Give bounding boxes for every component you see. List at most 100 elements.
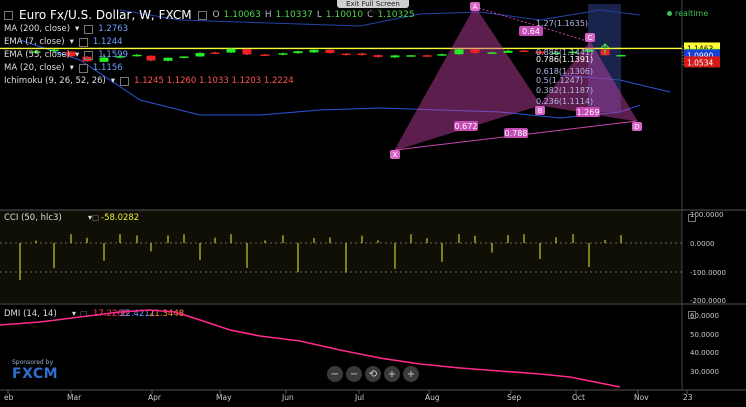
settings-icon[interactable] xyxy=(197,10,207,20)
indicator-label: EMA (55, close) xyxy=(4,50,70,60)
indicator-ma20[interactable]: MA (20, close) ▾ 1.1156 xyxy=(4,63,123,73)
high-label: H xyxy=(264,10,272,20)
ohlc-readout: O1.10063 H1.10337 L1.10010 C1.10325 xyxy=(213,10,415,20)
candle-body xyxy=(616,54,626,57)
indicator-ema7[interactable]: EMA (7, close) ▾ 1.1244 xyxy=(4,37,123,47)
scroll-left-button[interactable]: − xyxy=(327,366,343,382)
chart-header: Euro Fx/U.S. Dollar, W, FXCM O 1.10063 H1… xyxy=(4,6,415,24)
collapse-icon[interactable] xyxy=(4,10,13,20)
navigation-controls: − − ⟲ + + xyxy=(327,366,419,382)
symbol-title: Euro Fx/U.S. Dollar, W, FXCM xyxy=(19,8,192,22)
chart-canvas[interactable]: 1.27(1.1635)0.886(1.1441)0.786(1.1391)0.… xyxy=(0,0,746,403)
cci-value: -58.0282 xyxy=(101,213,139,223)
indicator-arrow-icon[interactable]: ▾ xyxy=(70,63,74,73)
dmi-tick-label: 40.0000 xyxy=(690,349,719,357)
candle-body xyxy=(278,53,288,55)
point-c-label: C xyxy=(588,34,593,42)
indicator-arrow-icon[interactable]: ▾ xyxy=(75,50,79,60)
cci-pane-bg xyxy=(0,210,682,303)
ratio-label-bc: 0.64 xyxy=(522,27,540,36)
indicator-value: 1.1156 xyxy=(92,63,123,73)
dmi-arrow-icon: ▾ xyxy=(72,309,76,318)
candle-body xyxy=(357,53,367,56)
candle-body xyxy=(487,52,497,54)
zoom-out-button[interactable]: − xyxy=(346,366,362,382)
candle-body xyxy=(195,53,205,57)
chart-window: 1.27(1.1635) 0.886(1.1441) 0.786(1.1391) 0.… xyxy=(0,0,746,403)
scroll-right-button[interactable]: + xyxy=(403,366,419,382)
indicator-settings-icon[interactable] xyxy=(78,37,88,47)
candle-body xyxy=(210,52,220,54)
candle-body xyxy=(454,49,464,55)
candle-body xyxy=(146,55,156,61)
cci-label: CCI (50, hlc3) xyxy=(4,213,62,223)
candle-body xyxy=(373,55,383,58)
exit-fullscreen-button[interactable]: Exit Full Screen (ESC) xyxy=(337,0,409,16)
point-a-label: A xyxy=(473,3,478,11)
cci-tick-label: -200.0000 xyxy=(690,297,726,305)
low-label: L xyxy=(316,10,322,20)
realtime-label: realtime xyxy=(675,9,709,18)
indicator-settings-icon[interactable] xyxy=(84,24,94,34)
indicator-arrow-icon[interactable]: ▾ xyxy=(70,37,74,47)
candle-body xyxy=(437,54,447,56)
fib-level-label: 0.382(1.1187) xyxy=(536,86,593,95)
dmi-tick-label: 50.0000 xyxy=(690,331,719,339)
time-tick-label: Jul xyxy=(354,393,364,402)
cci-settings-icon: ▢ xyxy=(92,213,100,222)
indicator-value: 1.2763 xyxy=(98,24,129,34)
candle-body xyxy=(519,50,529,53)
indicator-label: EMA (7, close) xyxy=(4,37,65,47)
ratio-label-cd: 1.269 xyxy=(577,108,600,117)
candle-body xyxy=(390,55,400,58)
fib-level-label: 0.236(1.1114) xyxy=(536,97,593,106)
dmi-pane-settings-icon[interactable] xyxy=(688,311,696,319)
ratio-label-ab: 0.672 xyxy=(455,122,478,131)
indicator-ma200[interactable]: MA (200, close) ▾ 1.2763 xyxy=(4,24,128,34)
indicator-arrow-icon[interactable]: ▾ xyxy=(75,24,79,34)
cci-tick-label: 0.0000 xyxy=(690,240,715,248)
time-tick-label: Sep xyxy=(507,393,521,402)
indicator-value: 1.1244 xyxy=(92,37,123,47)
indicator-settings-icon[interactable] xyxy=(84,50,94,60)
fib-level-label: 0.5(1.1247) xyxy=(536,76,583,85)
indicator-label: MA (200, close) xyxy=(4,24,71,34)
indicator-ema55[interactable]: EMA (55, close) ▾ 1.1599 xyxy=(4,50,128,60)
candle-body xyxy=(132,54,142,57)
point-d-label: D xyxy=(634,123,639,131)
low-value: 1.10010 xyxy=(325,10,364,20)
cci-pane-settings-icon[interactable] xyxy=(688,214,696,222)
time-tick-label: Apr xyxy=(148,393,162,402)
dmi-tick-label: 30.0000 xyxy=(690,368,719,376)
candle-body xyxy=(293,51,303,54)
background xyxy=(0,0,746,403)
candle-body xyxy=(309,49,319,53)
fib-level-label: 0.786(1.1391) xyxy=(536,55,593,64)
sponsor-text: Sponsored by xyxy=(12,359,53,366)
time-tick-label: Mar xyxy=(67,393,82,402)
time-tick-label: May xyxy=(216,393,232,402)
open-value: 1.10063 xyxy=(223,10,261,20)
sponsor-logo: Sponsored by FXCM xyxy=(12,359,58,382)
indicator-arrow-icon[interactable]: ▾ xyxy=(111,76,115,86)
price-badge: 1.0534 xyxy=(687,58,713,67)
dmi-label: DMI (14, 14) xyxy=(4,309,57,319)
ratio-label-xd: 0.788 xyxy=(505,129,528,138)
open-label: O xyxy=(212,10,220,20)
indicator-label: Ichimoku (9, 26, 52, 26) xyxy=(4,76,106,86)
time-tick-label: eb xyxy=(4,393,14,402)
realtime-dot-icon xyxy=(667,11,672,16)
point-b-label: B xyxy=(538,107,543,115)
indicator-ichimoku[interactable]: Ichimoku (9, 26, 52, 26) ▾ 1.1245 1.1260 1… xyxy=(4,76,294,86)
indicator-settings-icon[interactable] xyxy=(78,63,88,73)
candle-body xyxy=(260,54,270,56)
realtime-indicator: realtime xyxy=(667,9,708,18)
candle-body xyxy=(179,56,189,58)
indicator-value: 1.1599 xyxy=(98,50,128,60)
candle-body xyxy=(163,57,173,61)
reset-button[interactable]: ⟲ xyxy=(365,366,381,382)
candle-body xyxy=(226,48,236,53)
candle-body xyxy=(325,49,335,53)
indicator-settings-icon[interactable] xyxy=(120,76,130,86)
zoom-in-button[interactable]: + xyxy=(384,366,400,382)
